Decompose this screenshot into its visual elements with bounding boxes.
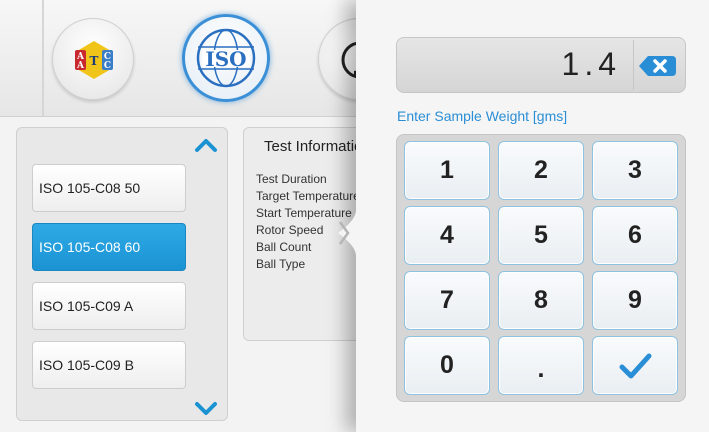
key-4[interactable]: 4: [404, 206, 490, 265]
info-field-label: Rotor Speed: [256, 223, 324, 237]
key-2[interactable]: 2: [498, 141, 584, 200]
display-value: 1.4: [561, 46, 621, 82]
backspace-icon: [639, 56, 676, 76]
info-field-label: Ball Count: [256, 240, 312, 254]
key-8[interactable]: 8: [498, 271, 584, 330]
chevron-up-icon[interactable]: [193, 136, 219, 154]
confirm-button[interactable]: [592, 336, 678, 395]
drawer-handle[interactable]: [328, 140, 368, 326]
aatcc-letter: A: [76, 61, 85, 71]
info-field-label: Ball Type: [256, 257, 306, 271]
check-icon: [619, 353, 652, 379]
aatcc-letter: T: [90, 54, 99, 68]
list-item-selected[interactable]: ISO 105-C08 60: [32, 223, 186, 271]
bar-divider: [42, 0, 44, 117]
key-decimal[interactable]: .: [498, 336, 584, 395]
value-display: 1.4: [396, 37, 686, 93]
key-3[interactable]: 3: [592, 141, 678, 200]
entry-label: Enter Sample Weight [gms]: [397, 108, 568, 124]
test-list-panel: ISO 105-C08 50 ISO 105-C08 60 ISO 105-C0…: [16, 127, 228, 421]
list-item[interactable]: ISO 105-C08 50: [32, 164, 186, 212]
aatcc-letter: C: [104, 61, 111, 71]
key-0[interactable]: 0: [404, 336, 490, 395]
iso-standard-button[interactable]: ISO: [182, 14, 270, 102]
numeric-keypad: 1 2 3 4 5 6 7 8 9 0 .: [396, 134, 686, 402]
backspace-button[interactable]: [633, 40, 684, 90]
key-5[interactable]: 5: [498, 206, 584, 265]
key-7[interactable]: 7: [404, 271, 490, 330]
chevron-down-icon[interactable]: [193, 400, 219, 418]
iso-logo-text: ISO: [205, 47, 246, 71]
info-field-label: Test Duration: [256, 172, 327, 186]
aatcc-standard-button[interactable]: A A T C C: [52, 18, 134, 100]
key-1[interactable]: 1: [404, 141, 490, 200]
list-item[interactable]: ISO 105-C09 B: [32, 341, 186, 389]
key-6[interactable]: 6: [592, 206, 678, 265]
aatcc-logo-icon: A A T C C: [75, 41, 113, 79]
iso-logo-icon: ISO: [196, 28, 256, 88]
list-item[interactable]: ISO 105-C09 A: [32, 282, 186, 330]
key-9[interactable]: 9: [592, 271, 678, 330]
